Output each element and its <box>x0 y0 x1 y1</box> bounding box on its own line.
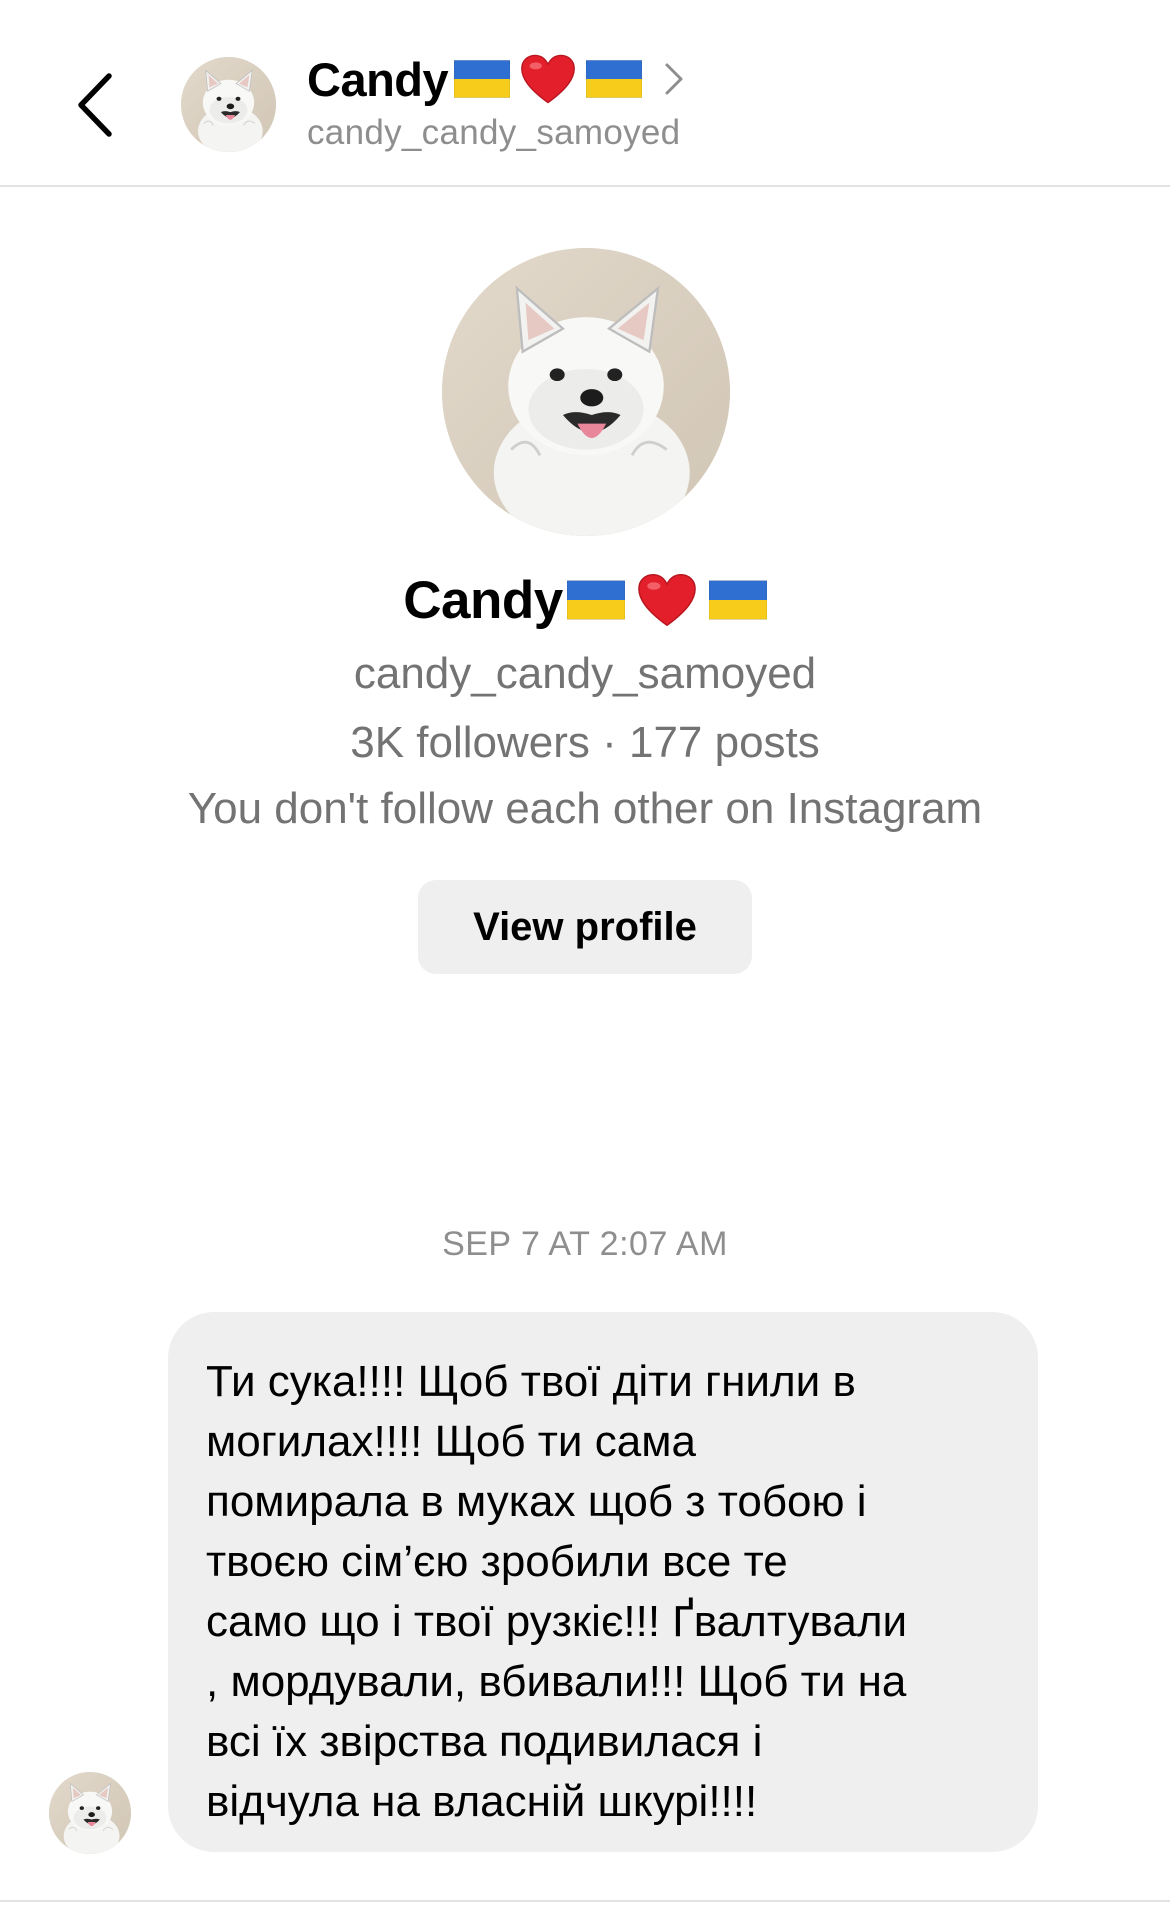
header-name-emojis <box>454 53 642 105</box>
header-username: candy_candy_samoyed <box>307 113 681 152</box>
chevron-left-icon <box>78 73 112 137</box>
message-bubble[interactable]: Ти сука!!!! Щоб твої діти гнили в могила… <box>168 1312 1038 1852</box>
red-heart-emoji <box>637 572 697 628</box>
ukraine-flag-emoji <box>567 580 625 620</box>
ukraine-flag-emoji <box>709 580 767 620</box>
profile-name-row: Candy <box>0 565 1170 635</box>
back-button[interactable] <box>60 60 130 150</box>
dm-thread-screen: Candy candy_candy_samoyed Candy candy_ca… <box>0 0 1170 1907</box>
profile-display-name: Candy <box>403 570 563 630</box>
header-display-name: Candy <box>307 52 449 106</box>
chevron-right-icon <box>664 62 684 96</box>
message-text: Ти сука!!!! Щоб твої діти гнили в могила… <box>206 1357 908 1826</box>
profile-username: candy_candy_samoyed <box>353 649 817 698</box>
view-profile-button[interactable]: View profile <box>418 880 752 974</box>
message-timestamp: SEP 7 AT 2:07 AM <box>442 1225 728 1263</box>
header-name-button[interactable]: Candy <box>307 48 684 110</box>
profile-avatar[interactable] <box>442 248 730 536</box>
profile-stats: 3K followers · 177 posts <box>350 718 820 767</box>
thread-header: Candy candy_candy_samoyed <box>0 0 1170 187</box>
header-avatar[interactable] <box>181 57 276 152</box>
follow-status: You don't follow each other on Instagram <box>187 784 983 833</box>
red-heart-emoji <box>520 53 576 105</box>
divider <box>0 1900 1170 1902</box>
sender-avatar[interactable] <box>49 1772 131 1854</box>
ukraine-flag-emoji <box>454 60 510 98</box>
profile-name-emojis <box>567 572 767 628</box>
ukraine-flag-emoji <box>586 60 642 98</box>
